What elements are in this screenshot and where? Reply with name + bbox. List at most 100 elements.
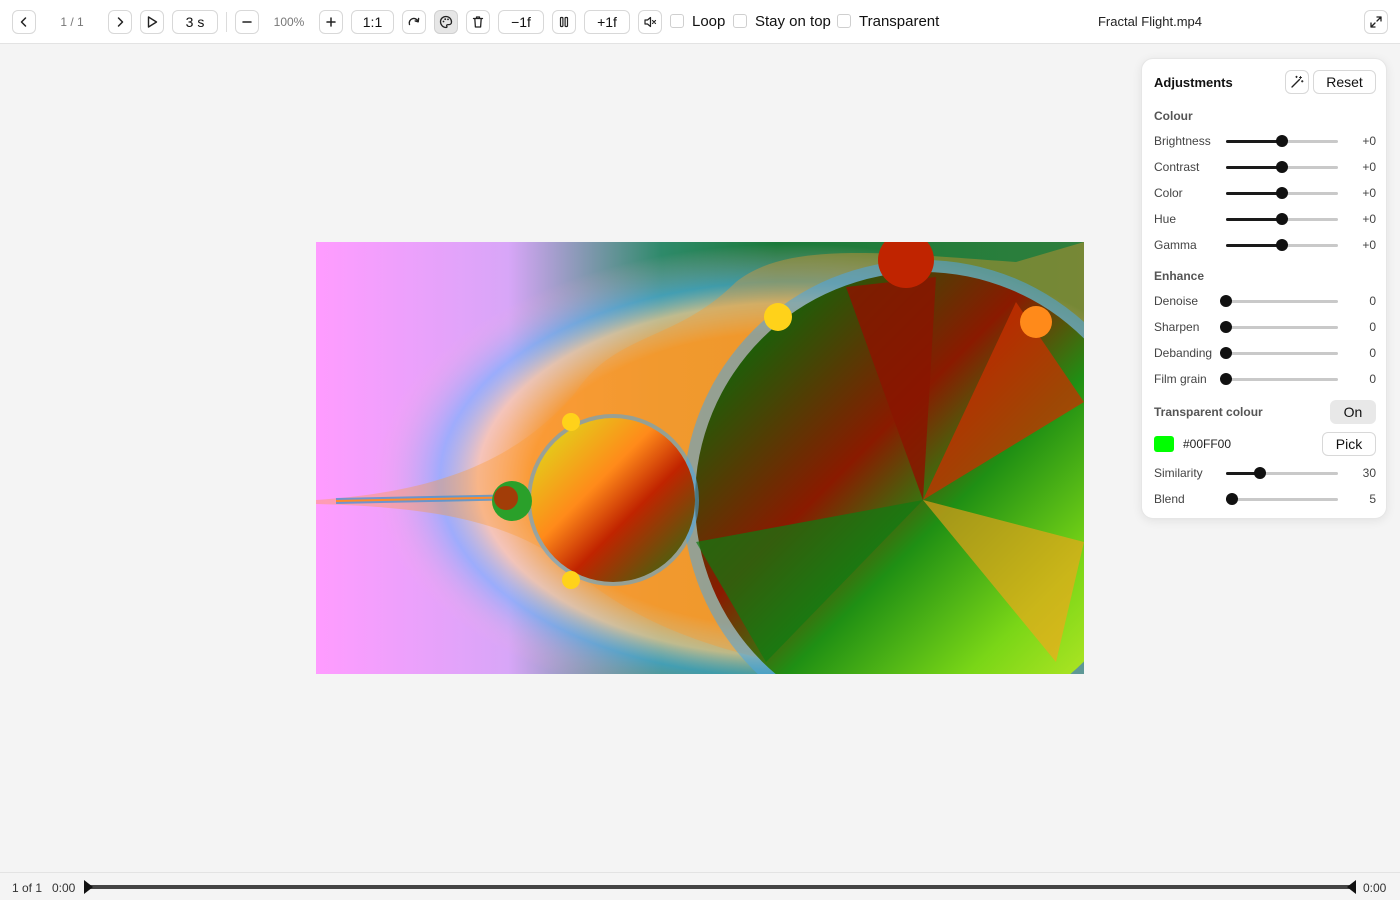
slider-label: Gamma <box>1154 238 1197 252</box>
slider-label: Denoise <box>1154 294 1199 308</box>
auto-adjust-button[interactable] <box>1285 70 1309 94</box>
slider-similarity[interactable]: Similarity 30 <box>1154 464 1376 482</box>
speaker-muted-icon <box>644 16 657 28</box>
slideshow-interval-button[interactable]: 3 s <box>172 10 218 34</box>
panel-title: Adjustments <box>1154 75 1233 90</box>
toolbar: 1 / 1 3 s 100% 1:1 −1f +1f Loop Stay on … <box>0 0 1400 44</box>
slider-handle[interactable] <box>1220 373 1232 385</box>
video-frame[interactable] <box>316 242 1084 674</box>
slider-value: +0 <box>1362 186 1376 200</box>
frame-forward-button[interactable]: +1f <box>584 10 630 34</box>
rotate-button[interactable] <box>402 10 426 34</box>
file-title: Fractal Flight.mp4 <box>1097 14 1203 29</box>
reset-button[interactable]: Reset <box>1313 70 1376 94</box>
slider-track[interactable] <box>1226 239 1338 251</box>
slider-label: Debanding <box>1154 346 1213 360</box>
slider-label: Hue <box>1154 212 1177 226</box>
pick-colour-button[interactable]: Pick <box>1322 432 1376 456</box>
slider-track[interactable] <box>1225 493 1338 505</box>
slider-handle[interactable] <box>1253 467 1266 479</box>
colour-swatch[interactable] <box>1154 436 1174 452</box>
item-counter: 1 / 1 <box>60 15 84 29</box>
slider-label: Color <box>1154 186 1183 200</box>
magic-wand-icon <box>1291 75 1304 88</box>
play-icon <box>147 16 158 28</box>
slider-handle[interactable] <box>1220 321 1232 333</box>
seek-start-marker[interactable] <box>84 880 93 894</box>
minus-icon <box>242 21 252 23</box>
slider-handle[interactable] <box>1276 161 1288 173</box>
loop-label[interactable]: Loop <box>692 13 725 31</box>
slider-handle[interactable] <box>1276 239 1288 251</box>
delete-button[interactable] <box>466 10 490 34</box>
end-time: 0:00 <box>1363 881 1387 895</box>
slider-track[interactable] <box>1220 321 1338 333</box>
colour-heading: Colour <box>1154 109 1193 123</box>
fullscreen-button[interactable] <box>1364 10 1388 34</box>
slider-track[interactable] <box>1226 187 1338 199</box>
transparent-checkbox[interactable] <box>837 14 851 28</box>
slider-handle[interactable] <box>1225 493 1238 505</box>
slider-value: 0 <box>1369 320 1376 334</box>
slider-hue[interactable]: Hue +0 <box>1154 210 1376 228</box>
slider-value: 0 <box>1369 294 1376 308</box>
seek-bar[interactable] <box>86 885 1356 889</box>
slider-handle[interactable] <box>1276 135 1288 147</box>
slider-film-grain[interactable]: Film grain 0 <box>1154 370 1376 388</box>
actual-size-button[interactable]: 1:1 <box>351 10 394 34</box>
slider-handle[interactable] <box>1276 213 1288 225</box>
slider-sharpen[interactable]: Sharpen 0 <box>1154 318 1376 336</box>
slider-handle[interactable] <box>1220 295 1232 307</box>
slider-value: +0 <box>1362 160 1376 174</box>
slider-fill <box>1226 140 1282 143</box>
slider-track[interactable] <box>1226 467 1338 479</box>
slider-track[interactable] <box>1220 373 1338 385</box>
slider-value: +0 <box>1362 238 1376 252</box>
pause-icon <box>559 16 569 28</box>
plus-icon <box>326 17 336 27</box>
fractal-image <box>316 242 1084 674</box>
stay-on-top-checkbox[interactable] <box>733 14 747 28</box>
play-button[interactable] <box>140 10 164 34</box>
slider-value: 0 <box>1369 346 1376 360</box>
slider-track[interactable] <box>1226 213 1338 225</box>
slider-blend[interactable]: Blend 5 <box>1154 490 1376 508</box>
slider-fill <box>1226 192 1282 195</box>
mute-button[interactable] <box>638 10 662 34</box>
trash-icon <box>472 16 484 28</box>
slider-value: +0 <box>1362 212 1376 226</box>
timeline-bar: 1 of 1 0:00 0:00 <box>0 872 1400 900</box>
transparent-colour-label: Transparent colour <box>1154 405 1263 419</box>
slider-brightness[interactable]: Brightness +0 <box>1154 132 1376 150</box>
previous-button[interactable] <box>12 10 36 34</box>
slider-contrast[interactable]: Contrast +0 <box>1154 158 1376 176</box>
transparent-colour-toggle[interactable]: On <box>1330 400 1376 424</box>
slider-debanding[interactable]: Debanding 0 <box>1154 344 1376 362</box>
slider-handle[interactable] <box>1220 347 1232 359</box>
stay-on-top-label[interactable]: Stay on top <box>755 13 831 31</box>
frame-back-button[interactable]: −1f <box>498 10 544 34</box>
slider-color[interactable]: Color +0 <box>1154 184 1376 202</box>
pause-button[interactable] <box>552 10 576 34</box>
slider-value: 0 <box>1369 372 1376 386</box>
slider-track[interactable] <box>1220 347 1338 359</box>
rotate-icon <box>408 17 420 26</box>
slider-label: Film grain <box>1154 372 1207 386</box>
slider-track[interactable] <box>1226 161 1338 173</box>
zoom-level: 100% <box>273 15 305 29</box>
slider-value: +0 <box>1362 134 1376 148</box>
zoom-in-button[interactable] <box>319 10 343 34</box>
next-button[interactable] <box>108 10 132 34</box>
zoom-out-button[interactable] <box>235 10 259 34</box>
slider-track[interactable] <box>1220 295 1338 307</box>
loop-checkbox[interactable] <box>670 14 684 28</box>
seek-end-marker[interactable] <box>1347 880 1356 894</box>
current-time: 0:00 <box>52 881 76 895</box>
transparent-label[interactable]: Transparent <box>859 13 939 31</box>
slider-fill <box>1226 166 1282 169</box>
adjustments-button[interactable] <box>434 10 458 34</box>
slider-gamma[interactable]: Gamma +0 <box>1154 236 1376 254</box>
slider-denoise[interactable]: Denoise 0 <box>1154 292 1376 310</box>
slider-handle[interactable] <box>1276 187 1288 199</box>
slider-track[interactable] <box>1226 135 1338 147</box>
